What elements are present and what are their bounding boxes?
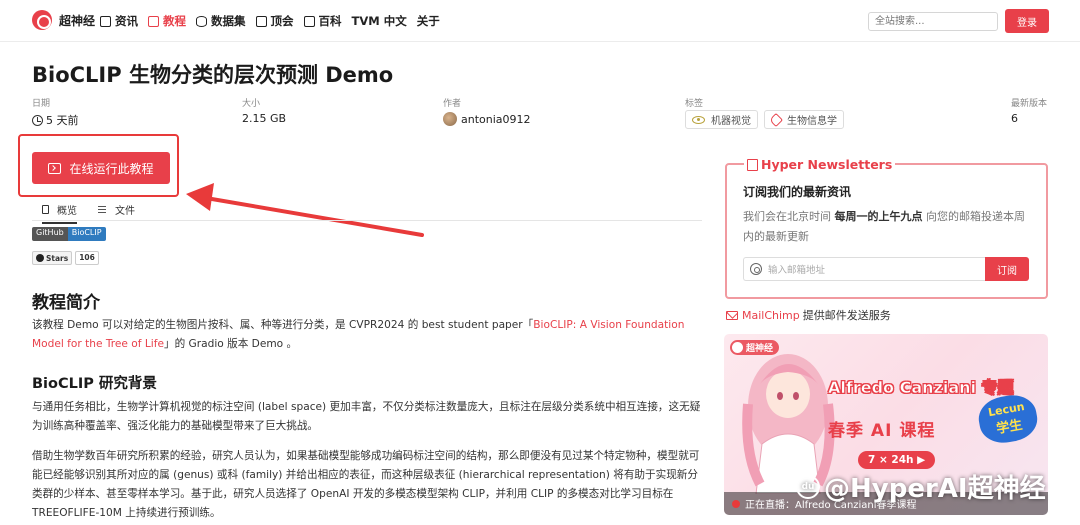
watermark-text: @HyperAI超神经	[824, 474, 1046, 504]
terminal-icon	[48, 162, 62, 174]
nav-item-label: TVM 中文	[351, 14, 407, 28]
nav-item-label: 百科	[318, 14, 342, 28]
nav-item-label: 资讯	[115, 14, 138, 28]
database-icon	[196, 15, 207, 27]
search-input[interactable]	[868, 12, 998, 31]
clock-icon	[32, 114, 43, 126]
email-placeholder: 输入邮箱地址	[768, 265, 826, 276]
nav-item-tutorials[interactable]: 教程	[148, 13, 186, 29]
watermark: du @HyperAI超神经	[796, 468, 1046, 505]
tag-machine-vision[interactable]: 机器视觉	[685, 110, 758, 129]
badge-right: BioCLIP	[67, 227, 106, 241]
eye-icon	[692, 115, 705, 124]
nav-item-wiki[interactable]: 百科	[303, 13, 342, 29]
tab-files[interactable]: 文件	[98, 202, 135, 217]
section-heading-background: BioCLIP 研究背景	[32, 376, 157, 392]
top-nav: 超神经 资讯 教程 数据集 顶会 百科 TVM 中文 关于 登录	[0, 0, 1080, 42]
nav-item-conferences[interactable]: 顶会	[255, 13, 294, 29]
tab-overview[interactable]: 概览	[42, 202, 77, 224]
tab-label: 文件	[115, 206, 135, 217]
promo-course: 春季 AI 课程	[828, 421, 936, 441]
nav-item-label: 顶会	[270, 14, 294, 28]
tab-label: 概览	[57, 206, 77, 217]
promo-time: 7 × 24h ▶	[858, 451, 936, 469]
tag-bioinformatics[interactable]: 生物信息学	[764, 110, 844, 129]
page-title: BioCLIP 生物分类的层次预测 Demo	[32, 63, 394, 87]
author-link[interactable]: antonia0912	[443, 112, 531, 126]
nav-item-tvm[interactable]: TVM 中文	[352, 13, 407, 29]
news-icon	[100, 15, 111, 27]
size-value: 2.15 GB	[242, 112, 287, 125]
date-text: 5 天前	[46, 114, 79, 127]
github-icon	[36, 254, 44, 262]
nav-item-news[interactable]: 资讯	[100, 13, 138, 29]
newsletter-subtitle: 订阅我们的最新资讯	[743, 185, 852, 199]
content-tabs: 概览 文件	[32, 197, 702, 224]
nav-item-label: 教程	[163, 14, 186, 28]
author-name: antonia0912	[461, 112, 531, 126]
stars-label: Stars	[32, 251, 73, 265]
background-paragraph-1: 与通用任务相比，生物学计算机视觉的标注空间 (label space) 更加丰富…	[32, 401, 701, 432]
run-button-label: 在线运行此教程	[69, 161, 154, 176]
tag-label: 生物信息学	[787, 116, 837, 127]
site-logo[interactable]: 超神经	[32, 10, 95, 30]
mailchimp-link[interactable]: MailChimp	[742, 309, 800, 322]
tag-icon	[768, 112, 784, 127]
avatar	[443, 112, 457, 126]
background-paragraph-2: 借助生物学数百年研究所积累的经验，研究人员认为，如果基础模型能够成功编码标注空间…	[32, 450, 700, 519]
github-badge[interactable]: GitHub BioCLIP	[32, 227, 106, 241]
run-tutorial-button[interactable]: 在线运行此教程	[32, 152, 170, 184]
stars-badge[interactable]: Stars 106	[32, 251, 99, 265]
logo-icon	[732, 342, 743, 353]
lecun-subtext: 学生	[995, 417, 1024, 438]
mailchimp-text: 提供邮件发送服务	[802, 309, 891, 322]
date-label: 日期	[32, 99, 51, 109]
live-dot-icon	[732, 499, 740, 508]
nav-item-label: 关于	[416, 14, 440, 28]
intro-text: 该教程 Demo 可以对给定的生物图片按科、属、种等进行分类，是 CVPR202…	[32, 319, 534, 331]
at-icon	[750, 263, 762, 275]
promo-name: Alfredo Canziani 专题	[828, 378, 1014, 398]
tags-label: 标签	[685, 99, 704, 109]
nav-item-label: 数据集	[211, 14, 246, 28]
stars-count: 106	[75, 251, 99, 265]
promo-logo: 超神经	[730, 340, 780, 355]
version-value: 6	[1011, 112, 1018, 125]
login-button[interactable]: 登录	[1005, 9, 1049, 33]
mailchimp-note: MailChimp 提供邮件发送服务	[726, 307, 891, 323]
email-field[interactable]: 输入邮箱地址	[743, 257, 985, 281]
desc-bold: 每周一的上午九点	[834, 210, 923, 223]
mail-icon	[726, 310, 738, 320]
nav-item-about[interactable]: 关于	[417, 13, 440, 29]
section-heading-intro: 教程简介	[32, 293, 100, 313]
intro-paragraph: 该教程 Demo 可以对给定的生物图片按科、属、种等进行分类，是 CVPR202…	[32, 316, 704, 354]
logo-text: 超神经	[59, 13, 96, 28]
tag-label: 机器视觉	[711, 116, 751, 127]
list-icon	[98, 206, 106, 213]
logo-icon	[32, 10, 52, 30]
version-label: 最新版本	[1011, 99, 1048, 109]
encyclopedia-icon	[303, 15, 315, 27]
desc-text: 我们会在北京时间	[743, 210, 835, 223]
nav-item-datasets[interactable]: 数据集	[196, 13, 246, 29]
newsletter-icon	[747, 158, 758, 171]
tags: 机器视觉 生物信息学	[685, 110, 850, 129]
book-icon	[148, 15, 159, 27]
subscribe-button[interactable]: 订阅	[985, 257, 1029, 281]
newsletter-title-text: Hyper Newsletters	[761, 157, 893, 172]
date-value: 5 天前	[32, 112, 79, 128]
nav-items: 资讯 教程 数据集 顶会 百科 TVM 中文 关于	[100, 13, 450, 29]
stars-text: Stars	[46, 253, 69, 263]
size-label: 大小	[242, 99, 261, 109]
newsletter-description: 我们会在北京时间 每周一的上午九点 向您的邮箱投递本周内的最新更新	[743, 207, 1035, 247]
intro-text-end: 」的 Gradio 版本 Demo 。	[163, 338, 298, 350]
promo-logo-text: 超神经	[746, 344, 774, 354]
lecun-badge: Lecun 学生	[975, 391, 1041, 447]
calendar-icon	[255, 15, 267, 27]
newsletter-title: Hyper Newsletters	[744, 157, 896, 172]
badge-left: GitHub	[32, 227, 68, 241]
document-icon	[42, 205, 49, 214]
zhihu-icon: du	[796, 474, 820, 499]
author-label: 作者	[443, 99, 462, 109]
